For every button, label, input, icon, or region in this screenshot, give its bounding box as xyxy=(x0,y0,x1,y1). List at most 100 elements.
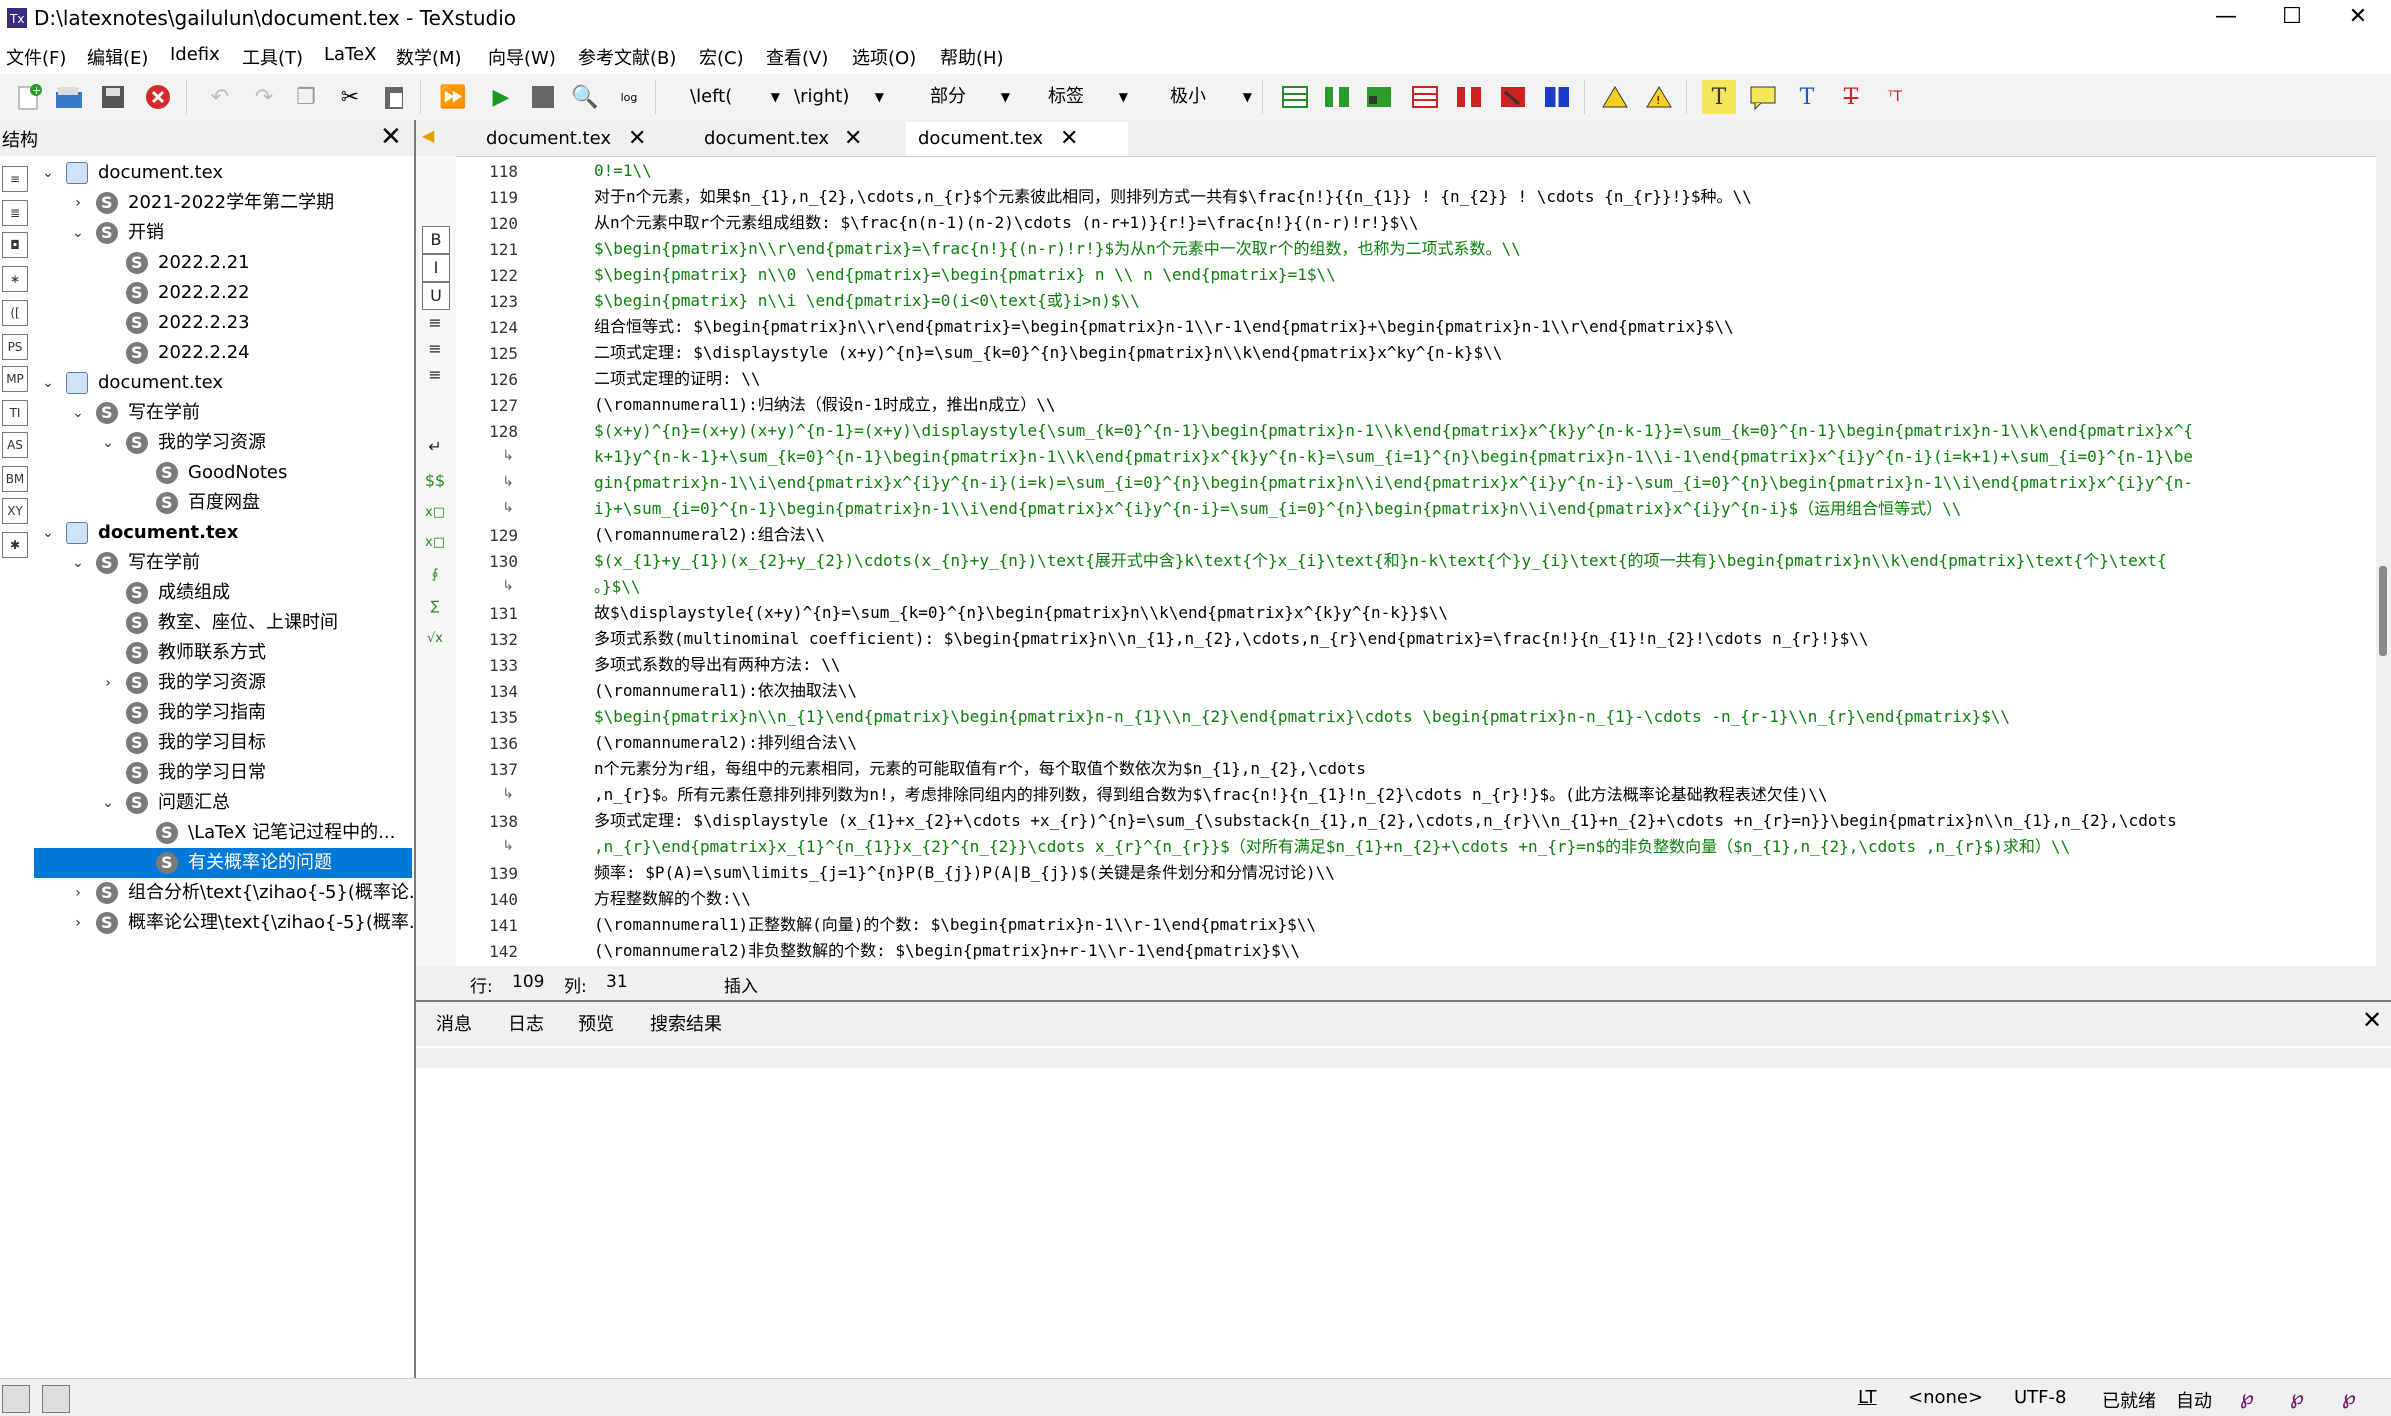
stop-icon[interactable] xyxy=(526,80,560,114)
language-tool-status[interactable]: LT xyxy=(1858,1387,1877,1408)
tikz-icon[interactable]: TI xyxy=(2,400,28,426)
structure-tree-item[interactable]: ⌄ 写在学前 xyxy=(34,398,412,428)
text-format-icon[interactable]: T xyxy=(1702,80,1736,114)
table-delete-icon[interactable] xyxy=(1496,80,1530,114)
chevron-down-icon[interactable]: ⌄ xyxy=(40,158,56,188)
menu-tools[interactable]: 工具(T) xyxy=(242,44,303,70)
table-add-column-icon[interactable] xyxy=(1362,80,1396,114)
strikethrough-icon[interactable]: T xyxy=(1834,80,1868,114)
tab-messages[interactable]: 消息 xyxy=(436,1010,472,1036)
close-tab-icon[interactable]: ✕ xyxy=(1060,122,1078,156)
code-line[interactable]: 多项式系数(multinominal coefficient): $\begin… xyxy=(594,626,1868,652)
code-line[interactable]: 方程整数解的个数:\\ xyxy=(594,886,751,912)
tab-list-icon[interactable]: ◀ xyxy=(422,126,442,146)
scrollbar-thumb[interactable] xyxy=(2379,566,2387,656)
open-file-icon[interactable] xyxy=(52,80,86,114)
italic-icon[interactable]: I xyxy=(422,254,450,282)
newline-icon[interactable]: ↵ xyxy=(422,434,448,460)
code-line[interactable]: 多项式系数的导出有两种方法: \\ xyxy=(594,652,841,678)
encoding-selector[interactable]: UTF-8 xyxy=(2014,1387,2066,1408)
menu-latex[interactable]: LaTeX xyxy=(324,44,376,65)
code-line[interactable]: ,n_{r}$。所有元素任意排列排列数为n!，考虑排除同组内的排列数，得到组合数… xyxy=(594,782,1828,808)
code-line[interactable]: 组合恒等式: $\begin{pmatrix}n\\r\end{pmatrix}… xyxy=(594,314,1734,340)
structure-tree-item[interactable]: 教室、座位、上课时间 xyxy=(34,608,412,638)
bold-icon[interactable]: B xyxy=(422,226,450,254)
table-row-icon[interactable] xyxy=(1408,80,1442,114)
tab-document-3-active[interactable]: document.tex ✕ xyxy=(906,122,1128,156)
xy-icon[interactable]: XY xyxy=(2,498,28,524)
vertical-scrollbar[interactable] xyxy=(2376,156,2391,966)
grammar-check-icon[interactable]: ℘ xyxy=(2290,1385,2314,1409)
code-line[interactable]: $\begin{pmatrix} n\\0 \end{pmatrix}=\beg… xyxy=(594,262,1336,288)
font-size-combo[interactable]: 极小 ▼ xyxy=(1170,82,1252,112)
subscript-icon[interactable]: x□ xyxy=(422,500,448,526)
pstricks-icon[interactable]: PS xyxy=(2,334,28,360)
inline-math-icon[interactable]: $$ xyxy=(422,468,448,494)
structure-tree-item[interactable]: 2022.2.21 xyxy=(34,248,412,278)
table-remove-row-icon[interactable] xyxy=(1452,80,1486,114)
structure-tree-item[interactable]: › 2021-2022学年第二学期 xyxy=(34,188,412,218)
structure-tree-item[interactable]: ⌄ document.tex xyxy=(34,158,412,188)
chevron-down-icon[interactable]: ⌄ xyxy=(100,428,116,458)
structure-tree-item[interactable]: 2022.2.22 xyxy=(34,278,412,308)
code-line[interactable]: (\romannumeral2):组合法\\ xyxy=(594,522,825,548)
chevron-right-icon[interactable]: › xyxy=(100,668,116,698)
code-line[interactable]: $\begin{pmatrix} n\\i \end{pmatrix}=0(i<… xyxy=(594,288,1140,314)
structure-tree-item[interactable]: GoodNotes xyxy=(34,458,412,488)
label-combo[interactable]: 标签 ▼ xyxy=(1048,82,1128,112)
view-pdf-icon[interactable]: 🔍 xyxy=(568,80,602,114)
warning-icon[interactable] xyxy=(1598,80,1632,114)
code-line[interactable]: 频率: $P(A)=\sum\limits_{j=1}^{n}P(B_{j})P… xyxy=(594,860,1335,886)
superscript-icon[interactable]: x□ xyxy=(422,530,448,556)
structure-tree-item[interactable]: 我的学习目标 xyxy=(34,728,412,758)
menu-options[interactable]: 选项(O) xyxy=(852,44,916,70)
structure-tree-item[interactable]: ⌄ document.tex xyxy=(34,368,412,398)
special-symbols-icon[interactable]: ✱ xyxy=(2,532,28,558)
code-line[interactable]: (\romannumeral2):排列组合法\\ xyxy=(594,730,857,756)
tab-preview[interactable]: 预览 xyxy=(578,1010,614,1036)
code-line[interactable]: 。}$\\ xyxy=(594,574,641,600)
error-icon[interactable]: ! xyxy=(1642,80,1676,114)
menu-file[interactable]: 文件(F) xyxy=(6,44,66,70)
right-delimiter-combo[interactable]: \right) ▼ xyxy=(794,82,884,112)
code-line[interactable]: 对于n个元素，如果$n_{1},n_{2},\cdots,n_{r}$个元素彼此… xyxy=(594,184,1752,210)
menu-idefix[interactable]: Idefix xyxy=(170,44,220,65)
integral-icon[interactable]: ∮ xyxy=(422,562,448,588)
structure-tree-item[interactable]: ⌄ 问题汇总 xyxy=(34,788,412,818)
beamer-icon[interactable]: BM xyxy=(2,466,28,492)
structure-tree-item[interactable]: 成绩组成 xyxy=(34,578,412,608)
pdf-viewer-icon[interactable]: ℘ xyxy=(2240,1385,2264,1409)
toc-view-icon[interactable]: ≣ xyxy=(2,200,28,226)
code-line[interactable]: k+1}y^{n-k-1}+\sum_{k=0}^{n-1}\begin{pma… xyxy=(594,444,2193,470)
menu-view[interactable]: 查看(V) xyxy=(766,44,828,70)
structure-tree-item[interactable]: 我的学习指南 xyxy=(34,698,412,728)
undo-icon[interactable]: ↶ xyxy=(203,80,237,114)
chevron-right-icon[interactable]: › xyxy=(70,908,86,938)
menu-edit[interactable]: 编辑(E) xyxy=(87,44,148,70)
cut-icon[interactable]: ✂ xyxy=(333,80,367,114)
structure-tree-item[interactable]: 有关概率论的问题 xyxy=(34,848,412,878)
code-line[interactable]: (\romannumeral2)非负整数解的个数: $\begin{pmatri… xyxy=(594,938,1300,964)
symbols-icon[interactable]: ∗ xyxy=(2,266,28,292)
asymptote-icon[interactable]: AS xyxy=(2,432,28,458)
close-tab-icon[interactable]: ✕ xyxy=(844,122,862,156)
tab-log[interactable]: 日志 xyxy=(508,1010,544,1036)
metapost-icon[interactable]: MP xyxy=(2,366,28,392)
build-and-view-icon[interactable]: ⏩ xyxy=(436,80,470,114)
code-line[interactable]: ,n_{r}\end{pmatrix}x_{1}^{n_{1}}x_{2}^{n… xyxy=(594,834,2070,860)
code-line[interactable]: 二项式定理的证明: \\ xyxy=(594,366,761,392)
close-window-button[interactable]: ✕ xyxy=(2325,0,2391,36)
tab-document-2[interactable]: document.tex ✕ xyxy=(704,122,904,156)
save-icon[interactable] xyxy=(96,80,130,114)
structure-view-icon[interactable]: ≡ xyxy=(2,166,28,192)
tab-search-results[interactable]: 搜索结果 xyxy=(650,1010,722,1036)
redo-icon[interactable]: ↷ xyxy=(247,80,281,114)
compile-icon[interactable]: ▶ xyxy=(484,80,518,114)
code-line[interactable]: gin{pmatrix}n-1\\i\end{pmatrix}x^{i}y^{n… xyxy=(594,470,2193,496)
code-line[interactable]: 二项式定理: $\displaystyle (x+y)^{n}=\sum_{k=… xyxy=(594,340,1502,366)
code-line[interactable]: i}+\sum_{i=0}^{n-1}\begin{pmatrix}n-1\\i… xyxy=(594,496,1961,522)
compile-status-icon[interactable]: ℘ xyxy=(2342,1385,2366,1409)
menu-macros[interactable]: 宏(C) xyxy=(699,44,744,70)
code-line[interactable]: 多项式定理: $\displaystyle (x_{1}+x_{2}+\cdot… xyxy=(594,808,2177,834)
sqrt-icon[interactable]: √x xyxy=(422,626,448,652)
